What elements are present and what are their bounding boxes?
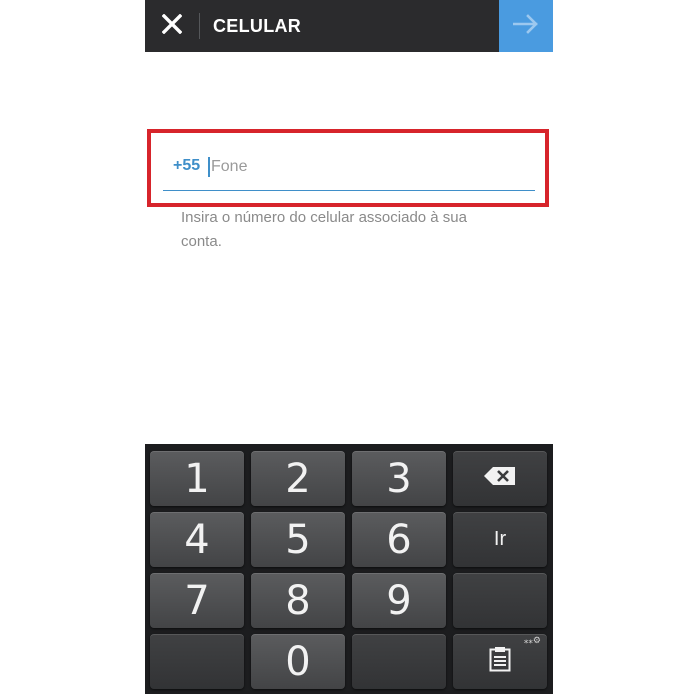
close-button[interactable] [145, 0, 199, 52]
next-button[interactable] [499, 0, 553, 52]
phone-hint-text: Insira o número do celular associado à s… [181, 209, 467, 250]
key-0[interactable]: 0 [251, 634, 345, 689]
go-key[interactable]: Ir [453, 512, 547, 567]
key-8[interactable]: 8 [251, 573, 345, 628]
phone-screen: CELULAR +55 Insira o número do celular a… [145, 0, 553, 694]
phone-input[interactable] [211, 153, 521, 181]
phone-field: +55 [163, 148, 535, 191]
backspace-icon [483, 466, 517, 491]
settings-icon: ⁎⁎⚙ [523, 635, 541, 645]
key-7[interactable]: 7 [150, 573, 244, 628]
text-cursor [208, 157, 210, 177]
key-9[interactable]: 9 [352, 573, 446, 628]
page-title: CELULAR [213, 16, 302, 36]
country-code[interactable]: +55 [173, 157, 200, 175]
key-1[interactable]: 1 [150, 451, 244, 506]
numeric-keyboard: 1 2 3 4 5 6 Ir 7 8 9 0 ⁎⁎⚙ [145, 444, 553, 694]
key-4[interactable]: 4 [150, 512, 244, 567]
blank-key[interactable] [453, 573, 547, 628]
blank-key-right[interactable] [352, 634, 446, 689]
action-bar: CELULAR [145, 0, 553, 52]
close-icon [161, 13, 183, 39]
arrow-right-icon [512, 13, 539, 39]
key-6[interactable]: 6 [352, 512, 446, 567]
action-bar-divider [199, 13, 200, 39]
backspace-key[interactable] [453, 451, 547, 506]
clipboard-icon [489, 646, 511, 677]
clipboard-key[interactable]: ⁎⁎⚙ [453, 634, 547, 689]
key-3[interactable]: 3 [352, 451, 446, 506]
key-2[interactable]: 2 [251, 451, 345, 506]
key-5[interactable]: 5 [251, 512, 345, 567]
blank-key-left[interactable] [150, 634, 244, 689]
